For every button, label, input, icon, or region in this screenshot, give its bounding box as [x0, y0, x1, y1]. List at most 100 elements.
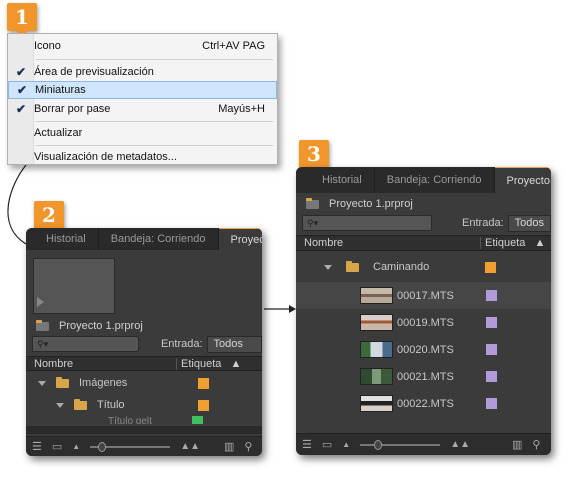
search-input[interactable]: ⚲▾	[32, 336, 139, 352]
folder-icon	[56, 376, 69, 388]
project-file-line: Proyecto 1.prproj	[26, 318, 262, 334]
zoom-slider[interactable]	[360, 439, 441, 450]
search-icon: ⚲▾	[307, 217, 319, 228]
entrada-dropdown[interactable]: Todos	[507, 214, 551, 232]
checkmark-icon: ✔	[16, 83, 28, 97]
label-swatch	[486, 344, 497, 355]
table-row[interactable]: 00021.MTS	[296, 363, 551, 390]
arrowhead-2	[289, 305, 296, 313]
menu-item-label: Actualizar	[34, 127, 83, 139]
menu-item-label: Icono	[34, 40, 61, 52]
menu-item-area-previsualizacion[interactable]: ✔ Área de previsualización	[8, 63, 277, 81]
list-item[interactable]: Caminando	[296, 253, 551, 281]
clip-name: 00019.MTS	[397, 316, 454, 329]
column-etiqueta-label: Etiqueta	[181, 357, 222, 370]
filter-row: ⚲▾ Entrada: Todos	[296, 213, 551, 233]
icon-view-icon[interactable]: ▭	[322, 438, 332, 451]
label-swatch	[486, 371, 497, 382]
folder-icon	[346, 260, 359, 272]
clip-thumbnail	[360, 287, 393, 304]
item-name: Caminando	[373, 261, 430, 273]
item-name: Título	[97, 399, 125, 411]
column-name[interactable]: Nombre	[296, 237, 480, 249]
zoom-in-icon[interactable]: ▲▲	[450, 439, 470, 450]
project-file-name: Proyecto 1.prproj	[329, 198, 413, 210]
tab-proyecto[interactable]: Proyecto: Proy	[218, 228, 262, 250]
zoom-out-icon[interactable]: ▲	[342, 440, 350, 449]
search-icon[interactable]: ⚲	[532, 438, 540, 451]
tab-bandeja[interactable]: Bandeja: Corriendo	[375, 167, 495, 193]
project-file-name: Proyecto 1.prproj	[59, 320, 143, 332]
label-swatch	[198, 377, 209, 389]
checkmark-icon: ✔	[15, 102, 27, 116]
clip-name: 00021.MTS	[397, 370, 454, 383]
menu-item-visualizacion-metadatos[interactable]: Visualización de metadatos...	[8, 148, 277, 166]
zoom-slider-handle[interactable]	[374, 439, 383, 450]
project-icon	[36, 319, 49, 331]
clip-name: 00020.MTS	[397, 343, 454, 356]
list-item[interactable]: Título	[26, 394, 262, 416]
clip-name: 00022.MTS	[397, 397, 454, 410]
zoom-slider[interactable]	[90, 441, 171, 452]
search-icon[interactable]: ⚲	[244, 440, 252, 453]
project-icon	[306, 197, 319, 209]
menu-separator	[36, 121, 273, 122]
automate-icon[interactable]: ▥	[512, 438, 522, 451]
menu-item-shortcut: Mayús+H	[218, 103, 265, 115]
item-name: Imágenes	[79, 377, 128, 389]
menu-item-label: Visualización de metadatos...	[34, 151, 177, 163]
zoom-in-icon[interactable]: ▲▲	[180, 441, 200, 452]
column-header: Nombre Etiqueta ▲	[296, 235, 551, 251]
tab-bandeja[interactable]: Bandeja: Corriendo	[99, 228, 219, 250]
context-menu: Icono Ctrl+AV PAG ✔ Área de previsualiza…	[7, 33, 278, 165]
label-swatch	[486, 398, 497, 409]
tab-historial[interactable]: Historial	[26, 228, 99, 250]
column-name[interactable]: Nombre	[26, 358, 176, 370]
column-header: Nombre Etiqueta ▲	[26, 356, 262, 371]
tab-proyecto[interactable]: Proyecto: P	[494, 167, 551, 193]
table-row[interactable]: 00017.MTS	[296, 282, 551, 309]
column-etiqueta[interactable]: Etiqueta ▲	[480, 237, 551, 249]
menu-item-label: Miniaturas	[35, 84, 86, 96]
entrada-dropdown[interactable]: Todos	[206, 335, 262, 353]
entrada-label: Entrada:	[462, 217, 504, 229]
list-view-icon[interactable]: ☰	[302, 438, 312, 451]
disclosure-icon[interactable]	[38, 380, 46, 386]
menu-item-actualizar[interactable]: Actualizar	[8, 124, 277, 142]
list-item[interactable]: Título gelt	[26, 416, 262, 424]
menu-item-borrar-por-pase[interactable]: ✔ Borrar por pase Mayús+H	[8, 100, 277, 118]
horizontal-scrollbar[interactable]	[26, 426, 262, 434]
tab-historial[interactable]: Historial	[296, 167, 375, 193]
list-item[interactable]: Imágenes	[26, 372, 262, 394]
play-icon[interactable]	[37, 297, 44, 307]
disclosure-icon[interactable]	[324, 264, 332, 270]
search-input[interactable]: ⚲▾	[302, 215, 433, 231]
menu-item-miniaturas[interactable]: ✔ Miniaturas	[8, 81, 277, 99]
menu-item-label: Borrar por pase	[34, 103, 111, 115]
zoom-out-icon[interactable]: ▲	[72, 442, 80, 451]
label-swatch	[198, 399, 209, 411]
clip-name: 00017.MTS	[397, 289, 454, 302]
clip-thumbnail	[360, 368, 393, 385]
table-row[interactable]: 00022.MTS	[296, 390, 551, 417]
icon-view-icon[interactable]: ▭	[52, 440, 62, 453]
table-row[interactable]: 00019.MTS	[296, 309, 551, 336]
menu-item-icono[interactable]: Icono Ctrl+AV PAG	[8, 37, 277, 55]
sort-ascending-icon: ▲	[534, 237, 546, 249]
entrada-label: Entrada:	[160, 338, 203, 350]
menu-item-shortcut: Ctrl+AV PAG	[202, 40, 265, 52]
label-swatch	[486, 317, 497, 328]
label-swatch	[485, 261, 496, 273]
list-view-icon[interactable]: ☰	[32, 440, 42, 453]
disclosure-icon[interactable]	[56, 402, 64, 408]
column-etiqueta[interactable]: Etiqueta ▲	[176, 357, 262, 370]
zoom-slider-handle[interactable]	[98, 441, 107, 452]
menu-item-label: Área de previsualización	[34, 66, 154, 78]
menu-separator	[36, 59, 273, 60]
preview-area	[33, 258, 115, 314]
panel-tabs: Historial Bandeja: Corriendo Proyecto: P…	[26, 228, 262, 250]
label-swatch	[192, 416, 203, 424]
panel-bottom-bar: ☰ ▭ ▲ ▲▲ ▥ ⚲	[296, 433, 551, 455]
automate-icon[interactable]: ▥	[224, 440, 234, 453]
table-row[interactable]: 00020.MTS	[296, 336, 551, 363]
